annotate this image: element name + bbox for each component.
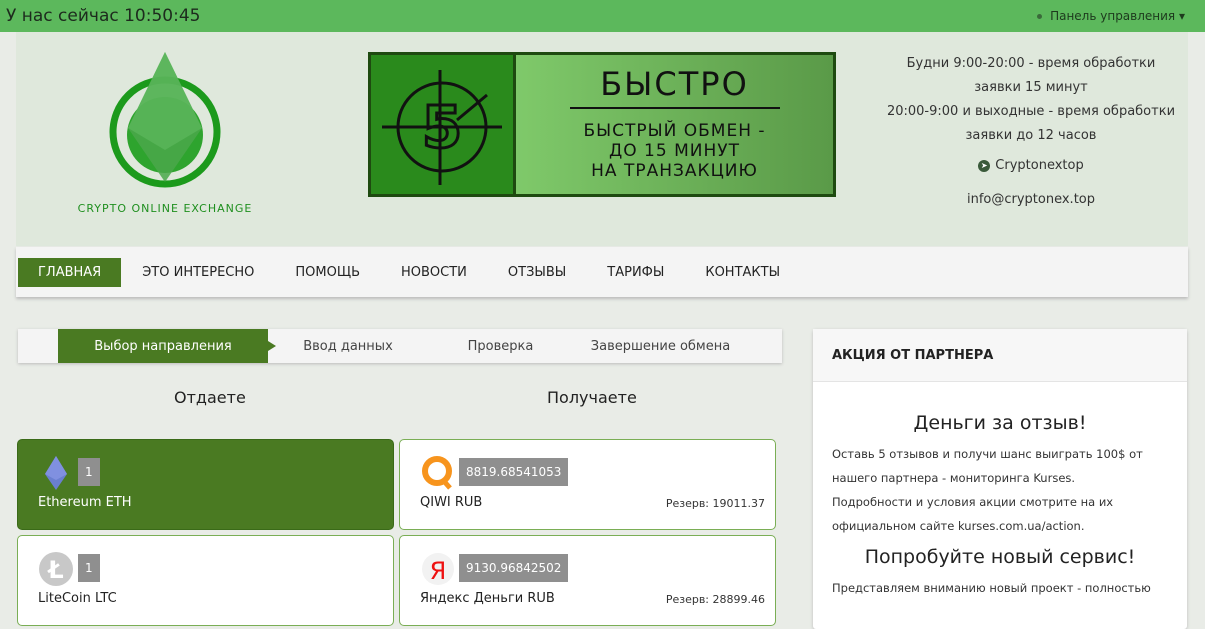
logo-text: CRYPTO ONLINE EXCHANGE <box>77 202 253 215</box>
svg-text:Я: Я <box>430 557 447 585</box>
target-dollar-icon: 5 <box>382 69 502 185</box>
nav-reviews[interactable]: ОТЗЫВЫ <box>488 258 586 287</box>
litecoin-icon: Ł <box>39 552 73 586</box>
step-enter-data: Ввод данных <box>303 339 393 354</box>
banner-line3: НА ТРАНЗАКЦИЮ <box>591 161 758 181</box>
control-panel-menu[interactable]: Панель управления ▾ <box>1037 9 1185 23</box>
site-header: CRYPTO ONLINE EXCHANGE 5 БЫСТРО БЫСТРЫЙ … <box>16 32 1188 246</box>
give-heading: Отдаете <box>174 388 246 407</box>
banner-line1: БЫСТРЫЙ ОБМЕН - <box>583 121 766 141</box>
currency-name: QIWI RUB <box>420 495 483 510</box>
svg-text:5: 5 <box>422 93 462 161</box>
email-link[interactable]: info@cryptonex.top <box>886 188 1176 212</box>
give-item-eth[interactable]: 1 Ethereum ETH <box>17 439 394 530</box>
telegram-handle: Cryptonextop <box>995 158 1084 173</box>
currency-name: Ethereum ETH <box>38 495 132 510</box>
rate-badge: 1 <box>78 554 100 582</box>
current-time: У нас сейчас 10:50:45 <box>6 6 201 26</box>
hours-weekend: 20:00-9:00 и выходные - время обработки … <box>886 104 1176 143</box>
promo-text-3: Представляем вниманию новый проект - пол… <box>832 581 1151 595</box>
ethereum-logo-icon <box>109 52 221 188</box>
ethereum-icon <box>45 456 67 490</box>
promo-banner[interactable]: 5 БЫСТРО БЫСТРЫЙ ОБМЕН - ДО 15 МИНУТ НА … <box>368 52 836 197</box>
promo-text-2: Подробности и условия акции смотрите на … <box>832 495 1114 533</box>
user-dot-icon <box>1037 14 1043 19</box>
nav-news[interactable]: НОВОСТИ <box>381 258 487 287</box>
promo-text-1: Оставь 5 отзывов и получи шанс выиграть … <box>832 447 1143 485</box>
qiwi-icon <box>422 456 452 490</box>
banner-divider <box>569 107 780 109</box>
partner-promo-widget: АКЦИЯ ОТ ПАРТНЕРА Деньги за отзыв! Остав… <box>813 329 1187 629</box>
control-panel-label: Панель управления <box>1050 9 1176 23</box>
nav-interesting[interactable]: ЭТО ИНТЕРЕСНО <box>122 258 274 287</box>
banner-title: БЫСТРО <box>600 65 749 103</box>
rate-badge: 8819.68541053 <box>459 458 569 486</box>
get-item-yandex[interactable]: Я 9130.96842502 Яндекс Деньги RUB Резерв… <box>399 535 776 626</box>
nav-help[interactable]: ПОМОЩЬ <box>275 258 380 287</box>
widget-header: АКЦИЯ ОТ ПАРТНЕРА <box>813 329 1187 382</box>
nav-contacts[interactable]: КОНТАКТЫ <box>685 258 800 287</box>
yandex-money-icon: Я <box>422 553 454 585</box>
step-complete: Завершение обмена <box>590 339 731 354</box>
rate-badge: 1 <box>78 458 100 486</box>
promo-heading-service: Попробуйте новый сервис! <box>864 546 1136 568</box>
get-item-qiwi[interactable]: 8819.68541053 QIWI RUB Резерв: 19011.37 <box>399 439 776 530</box>
banner-line2: ДО 15 МИНУТ <box>608 141 740 161</box>
step-choose-direction: Выбор направления <box>58 329 276 363</box>
reserve-amount: Резерв: 19011.37 <box>665 497 765 510</box>
telegram-icon: ➤ <box>978 159 991 172</box>
logo[interactable]: CRYPTO ONLINE EXCHANGE <box>60 50 270 220</box>
currency-name: LiteCoin LTC <box>38 591 117 606</box>
nav-tariffs[interactable]: ТАРИФЫ <box>587 258 684 287</box>
promo-heading-reviews: Деньги за отзыв! <box>913 412 1087 434</box>
hours-weekdays: Будни 9:00-20:00 - время обработки заявк… <box>906 56 1156 95</box>
rate-badge: 9130.96842502 <box>459 554 569 582</box>
exchange-steps: Выбор направления Ввод данных Проверка З… <box>18 329 782 363</box>
nav-home[interactable]: ГЛАВНАЯ <box>18 257 122 287</box>
step-check: Проверка <box>467 339 534 354</box>
get-heading: Получаете <box>547 388 637 407</box>
telegram-link[interactable]: ➤ Cryptonextop <box>886 154 1176 178</box>
reserve-amount: Резерв: 28899.46 <box>665 593 765 606</box>
currency-name: Яндекс Деньги RUB <box>420 591 555 606</box>
main-nav: ГЛАВНАЯ ЭТО ИНТЕРЕСНО ПОМОЩЬ НОВОСТИ ОТЗ… <box>16 247 1188 297</box>
give-item-ltc[interactable]: Ł 1 LiteCoin LTC <box>17 535 394 626</box>
svg-text:Ł: Ł <box>46 556 63 584</box>
working-hours-info: Будни 9:00-20:00 - время обработки заявк… <box>886 52 1176 212</box>
top-bar: У нас сейчас 10:50:45 Панель управления … <box>0 0 1205 32</box>
